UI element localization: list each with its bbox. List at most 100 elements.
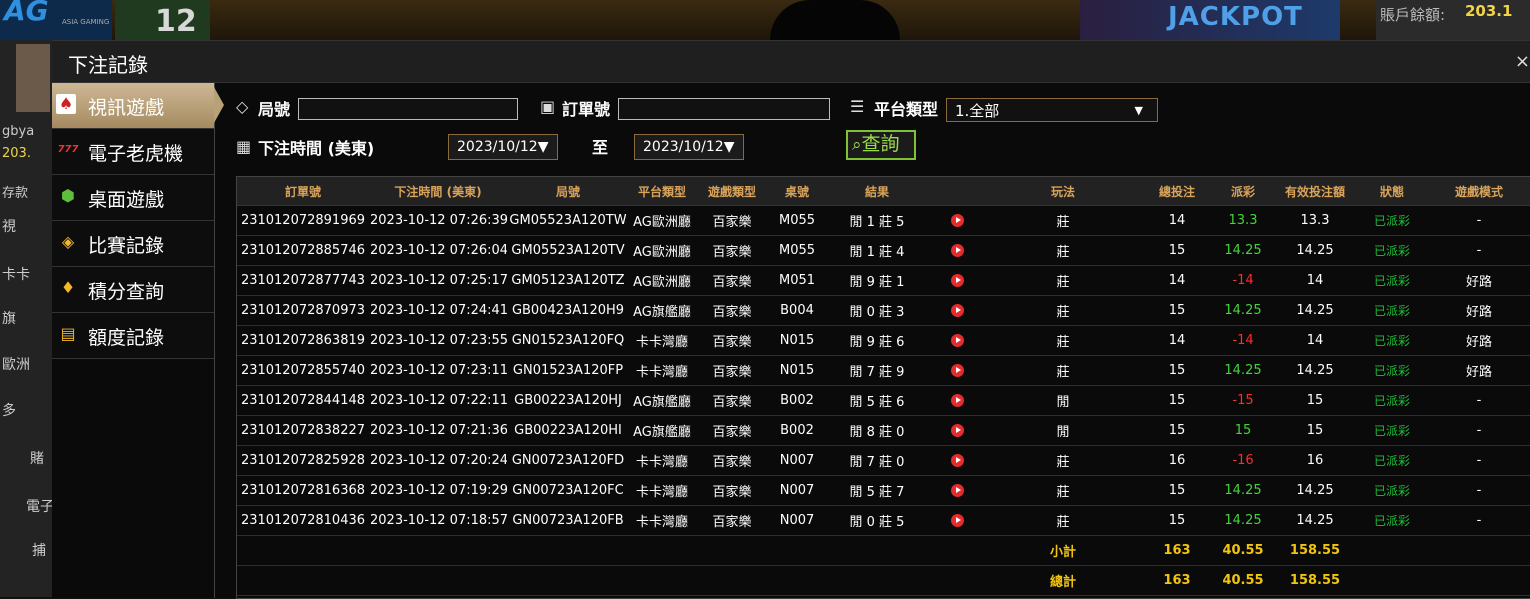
table-row[interactable]: 231012072844148 2023-10-12 07:22:11 GB0022… <box>237 385 1530 416</box>
table-row[interactable]: 231012072855740 2023-10-12 07:23:11 GN0152… <box>237 355 1530 386</box>
table-row[interactable]: 231012072885746 2023-10-12 07:26:04 GM0552… <box>237 235 1530 266</box>
sidebar-item-table-games[interactable]: ⬢ 桌面遊戲 <box>52 175 214 221</box>
column-header: 下注時間 (美東) <box>369 177 507 206</box>
bet-time-cell: 2023-10-12 07:26:04 <box>369 235 507 266</box>
query-button[interactable]: ⌕查詢 <box>846 130 916 160</box>
sidebar-item-label: 視訊遊戲 <box>88 97 165 119</box>
platform-select-value: 1.全部 <box>955 102 1000 120</box>
total-bet-cell: 15 <box>1141 505 1213 536</box>
play-video-icon[interactable] <box>950 424 964 437</box>
status-cell: 已派彩 <box>1357 475 1427 506</box>
payout-cell: 14.25 <box>1213 235 1273 266</box>
game-mode-cell: 好路 <box>1427 325 1530 356</box>
play-video-icon[interactable] <box>950 304 964 317</box>
sidebar-item-points-query[interactable]: ♦ 積分查詢 <box>52 267 214 313</box>
bg-side-bet[interactable]: 賭 <box>30 448 44 468</box>
payout-cell: 14.25 <box>1213 475 1273 506</box>
empty-cell <box>929 565 985 596</box>
play-video-icon[interactable] <box>950 364 964 377</box>
game-type-cell: 百家樂 <box>695 505 769 536</box>
order-input[interactable] <box>618 98 830 120</box>
column-header: 遊戲類型 <box>695 177 769 206</box>
empty-cell <box>929 535 985 566</box>
table-row[interactable]: 231012072877743 2023-10-12 07:25:17 GM0512… <box>237 265 1530 296</box>
bg-side-kaka[interactable]: 卡卡 <box>2 264 30 284</box>
bet-time-cell: 2023-10-12 07:19:29 <box>369 475 507 506</box>
result-cell: 閒 0 莊 5 <box>825 505 929 536</box>
status-cell: 已派彩 <box>1357 415 1427 446</box>
bg-side-slots[interactable]: 電子 <box>26 496 54 516</box>
play-video-icon[interactable] <box>950 214 964 227</box>
sidebar-item-slots[interactable]: 777 電子老虎機 <box>52 129 214 175</box>
play-video-icon[interactable] <box>950 484 964 497</box>
sidebar-item-credit-records[interactable]: ▤ 額度記錄 <box>52 313 214 359</box>
sidebar-item-label: 電子老虎機 <box>88 143 184 165</box>
platform-cell: AG歐洲廳 <box>629 235 695 266</box>
record-sidebar: ♠ 視訊遊戲 777 電子老虎機 ⬢ 桌面遊戲 ◈ 比賽記錄 ♦ 積分查詢 ▤ … <box>52 83 224 598</box>
round-input[interactable] <box>298 98 518 120</box>
play-video-icon[interactable] <box>950 394 964 407</box>
status-cell: 已派彩 <box>1357 325 1427 356</box>
total-bet-cell: 16 <box>1141 445 1213 476</box>
ag-logo-subtitle: ASIA GAMING <box>62 18 110 26</box>
date-to-picker[interactable]: 2023/10/12▼ <box>634 134 744 160</box>
bet-option-cell: 莊 <box>985 475 1141 506</box>
play-video-icon[interactable] <box>950 454 964 467</box>
play-video-icon[interactable] <box>950 244 964 257</box>
empty-cell <box>825 565 929 596</box>
status-cell: 已派彩 <box>1357 355 1427 386</box>
game-type-cell: 百家樂 <box>695 475 769 506</box>
bet-time-label: 下注時間 (美東) <box>258 139 375 158</box>
sidebar-item-video-games[interactable]: ♠ 視訊遊戲 <box>52 83 224 129</box>
empty-cell <box>1427 565 1530 596</box>
table-row[interactable]: 231012072810436 2023-10-12 07:18:57 GN0072… <box>237 505 1530 536</box>
table-row[interactable]: 231012072870973 2023-10-12 07:24:41 GB0042… <box>237 295 1530 326</box>
game-type-cell: 百家樂 <box>695 235 769 266</box>
play-video-icon[interactable] <box>950 334 964 347</box>
table-row[interactable]: 231012072825928 2023-10-12 07:20:24 GN0072… <box>237 445 1530 476</box>
table-row[interactable]: 231012072863819 2023-10-12 07:23:55 GN0152… <box>237 325 1530 356</box>
order-number-cell: 231012072810436 <box>237 505 369 536</box>
bet-time-cell: 2023-10-12 07:20:24 <box>369 445 507 476</box>
column-header: 狀態 <box>1357 177 1427 206</box>
date-from-picker[interactable]: 2023/10/12▼ <box>448 134 558 160</box>
table-row[interactable]: 231012072838227 2023-10-12 07:21:36 GB0022… <box>237 415 1530 446</box>
payout-cell: -14 <box>1213 325 1273 356</box>
game-mode-cell: - <box>1427 205 1530 236</box>
bg-side-multi[interactable]: 多 <box>2 400 16 420</box>
column-header: 局號 <box>507 177 629 206</box>
bet-time-cell: 2023-10-12 07:21:36 <box>369 415 507 446</box>
valid-bet-cell: 14 <box>1273 325 1357 356</box>
bg-side-flagship[interactable]: 旗 <box>2 308 16 328</box>
empty-cell <box>369 565 507 596</box>
game-mode-cell: - <box>1427 475 1530 506</box>
empty-cell <box>629 535 695 566</box>
bg-side-video[interactable]: 視 <box>2 216 16 236</box>
game-type-cell: 百家樂 <box>695 205 769 236</box>
close-icon[interactable]: × <box>1515 51 1530 72</box>
column-header <box>929 177 985 206</box>
sidebar-item-label: 積分查詢 <box>88 281 165 303</box>
table-row[interactable]: 231012072816368 2023-10-12 07:19:29 GN0072… <box>237 475 1530 506</box>
empty-cell <box>237 565 369 596</box>
platform-label: 平台類型 <box>874 100 939 119</box>
replay-cell <box>929 265 985 296</box>
play-video-icon[interactable] <box>950 274 964 287</box>
result-cell: 閒 9 莊 6 <box>825 325 929 356</box>
bg-side-europe[interactable]: 歐洲 <box>2 354 30 374</box>
valid-bet-cell: 14.25 <box>1273 505 1357 536</box>
table-row[interactable]: 231012072891969 2023-10-12 07:26:39 GM0552… <box>237 205 1530 236</box>
platform-select[interactable]: 1.全部 ▼ <box>946 98 1158 122</box>
play-video-icon[interactable] <box>950 514 964 527</box>
deposit-label[interactable]: 存款 <box>2 182 28 201</box>
result-cell: 閒 7 莊 9 <box>825 355 929 386</box>
round-number-cell: GN00723A120FB <box>507 505 629 536</box>
jackpot-text: JACKPOT <box>1168 2 1303 32</box>
bet-option-cell: 莊 <box>985 445 1141 476</box>
sidebar-item-match-records[interactable]: ◈ 比賽記錄 <box>52 221 214 267</box>
total-bet: 163 <box>1141 565 1213 596</box>
bg-side-fishing[interactable]: 捕 <box>32 540 46 560</box>
round-number-cell: GB00223A120HJ <box>507 385 629 416</box>
valid-bet-cell: 15 <box>1273 385 1357 416</box>
replay-cell <box>929 505 985 536</box>
